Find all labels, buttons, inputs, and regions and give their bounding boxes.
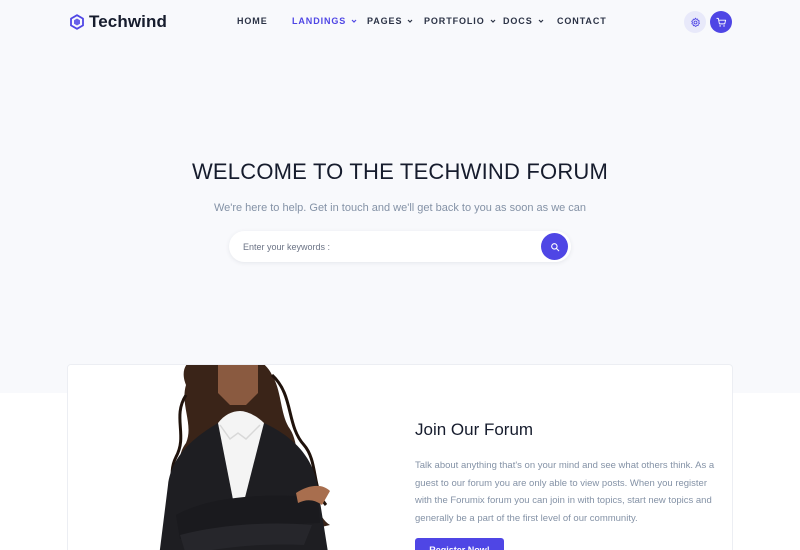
gear-icon bbox=[690, 17, 700, 27]
chevron-down-icon bbox=[351, 19, 357, 23]
woman-illustration bbox=[159, 365, 330, 550]
chevron-down-icon bbox=[538, 19, 544, 23]
chevron-down-icon bbox=[407, 19, 413, 23]
hero-subtitle: We're here to help. Get in touch and we'… bbox=[213, 202, 587, 214]
navbar: Techwind HOME LANDINGS PAGES PORTFOLIO D… bbox=[0, 0, 800, 44]
search-icon bbox=[550, 242, 559, 251]
brand-name: Techwind bbox=[89, 12, 167, 31]
nav-item-label: PAGES bbox=[367, 16, 403, 26]
nav-item-label: LANDINGS bbox=[292, 16, 347, 26]
card-title: Join Our Forum bbox=[415, 420, 534, 439]
nav-item-label: CONTACT bbox=[557, 16, 607, 26]
nav-item-pages[interactable]: PAGES bbox=[367, 16, 413, 26]
nav-item-label: DOCS bbox=[503, 16, 533, 26]
page-title: WELCOME TO THE TECHWIND FORUM bbox=[191, 159, 609, 184]
search-button[interactable] bbox=[541, 233, 568, 260]
chevron-down-icon bbox=[490, 19, 496, 23]
nav-item-home[interactable]: HOME bbox=[237, 16, 268, 26]
nav-item-portfolio[interactable]: PORTFOLIO bbox=[424, 16, 496, 26]
nav-item-landings[interactable]: LANDINGS bbox=[292, 16, 357, 26]
shopping-cart-icon bbox=[715, 17, 726, 27]
woman-photo bbox=[68, 365, 401, 550]
settings-button[interactable] bbox=[684, 11, 706, 33]
search-input[interactable] bbox=[243, 231, 533, 262]
nav-item-label: PORTFOLIO bbox=[424, 16, 485, 26]
nav-item-label: HOME bbox=[237, 16, 268, 26]
hexagon-logo-icon bbox=[70, 14, 84, 30]
nav-item-contact[interactable]: CONTACT bbox=[557, 16, 607, 26]
hero-background bbox=[0, 0, 800, 393]
card-body: Join Our Forum Talk about anything that'… bbox=[415, 365, 720, 550]
cart-button[interactable] bbox=[710, 11, 732, 33]
card-description: Talk about anything that's on your mind … bbox=[415, 460, 715, 524]
nav-item-docs[interactable]: DOCS bbox=[503, 16, 544, 26]
search-form bbox=[229, 231, 571, 262]
brand-logo[interactable]: Techwind bbox=[69, 12, 167, 32]
join-forum-card: Join Our Forum Talk about anything that'… bbox=[67, 364, 733, 550]
register-button[interactable]: Register Now! bbox=[415, 538, 504, 550]
